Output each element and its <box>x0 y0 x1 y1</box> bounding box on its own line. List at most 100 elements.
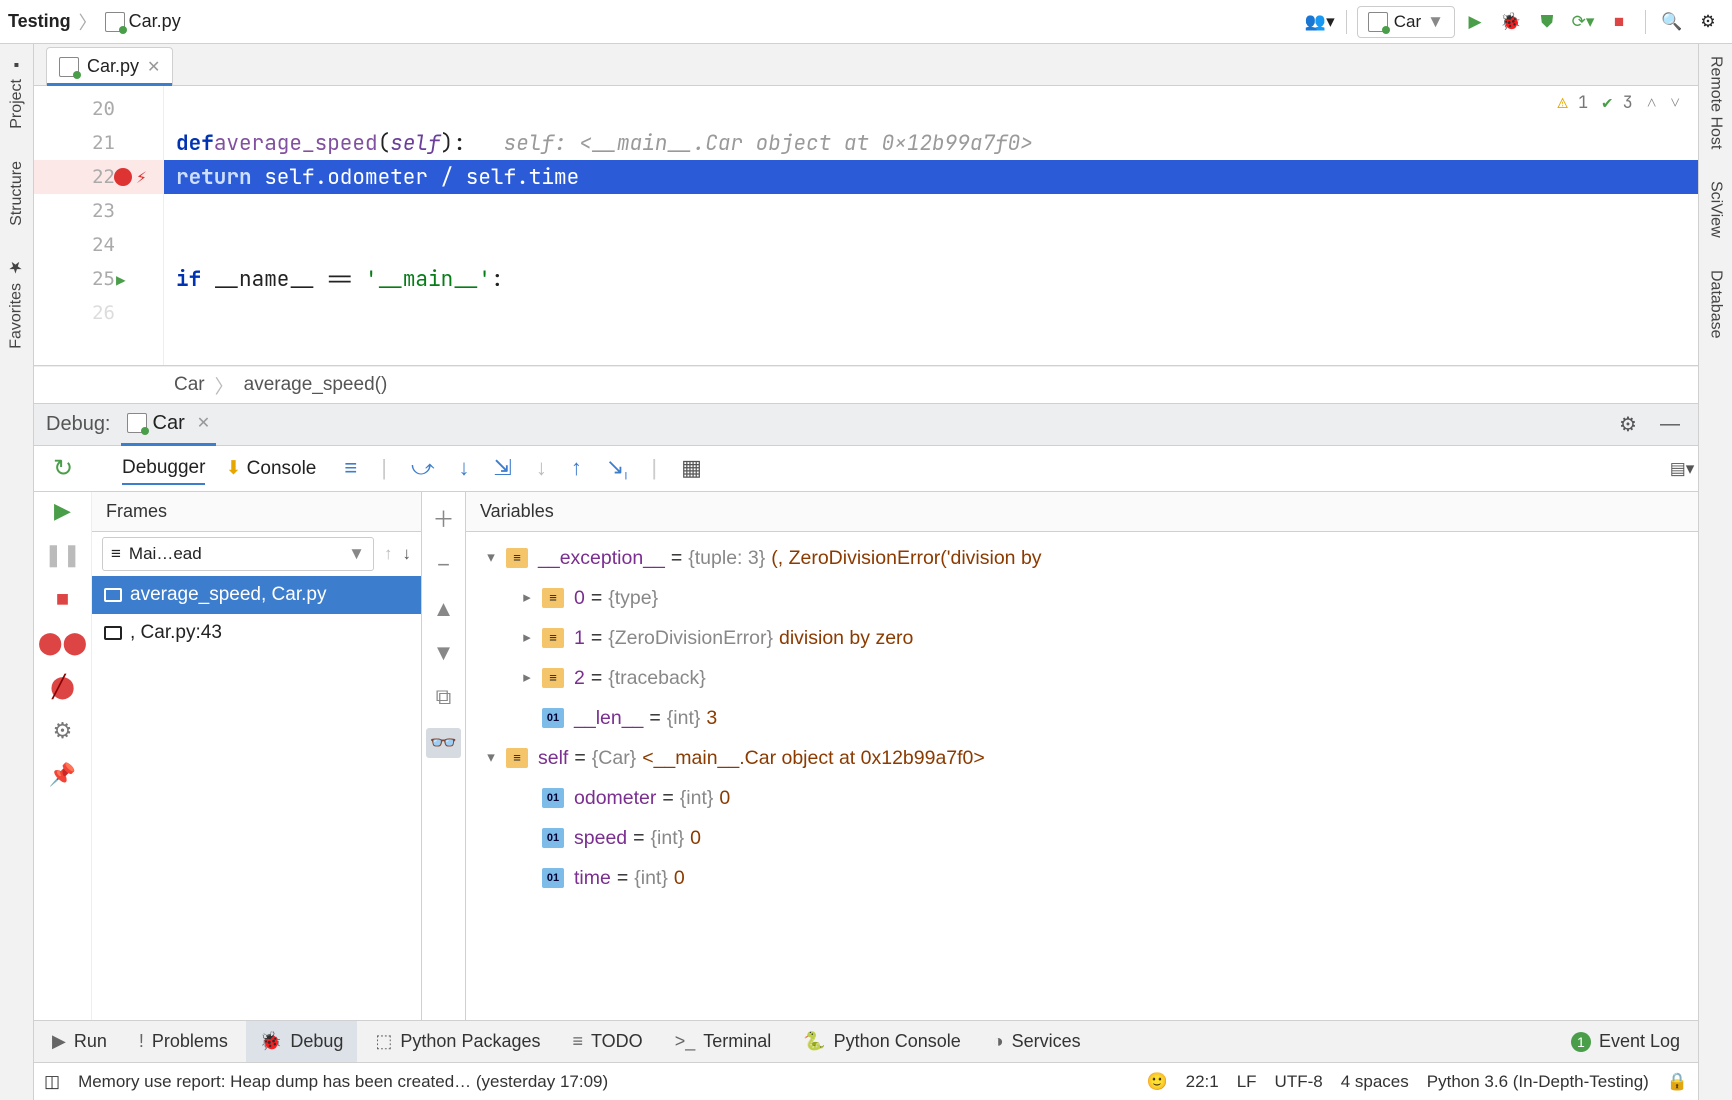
right-tool-rail: Remote Host SciView Database <box>1698 44 1732 1100</box>
editor-tabs: Car.py ✕ <box>34 44 1698 86</box>
variables-tree[interactable]: ▾≡ __exception__ = {tuple: 3} (, ZeroDiv… <box>466 532 1698 904</box>
debug-actions: ▶ ❚❚ ■ ⬤⬤ ⬤╱ ⚙ 📌 <box>34 492 92 1020</box>
bottom-tab-problems[interactable]: !Problems <box>125 1021 242 1062</box>
interpreter[interactable]: Python 3.6 (In-Depth-Testing) <box>1427 1072 1649 1092</box>
next-frame-icon[interactable]: ↓ <box>403 544 412 564</box>
threads-icon[interactable]: ≡ <box>344 455 357 481</box>
breadcrumb-project[interactable]: Testing <box>8 11 71 32</box>
editor-tab-car[interactable]: Car.py ✕ <box>46 47 173 85</box>
prev-frame-icon[interactable]: ↑ <box>384 544 393 564</box>
caret-position[interactable]: 22:1 <box>1186 1072 1219 1092</box>
bottom-tab-todo[interactable]: ≡TODO <box>559 1021 657 1062</box>
chevron-right-icon: 〉 <box>215 372 234 399</box>
status-widgets-icon[interactable]: ◫ <box>44 1072 60 1092</box>
close-icon[interactable]: ✕ <box>197 413 210 433</box>
remote-host-tool[interactable]: Remote Host <box>1707 50 1725 155</box>
code-editor[interactable]: 202122⚡232425▶26 ⚠ 1 ✔ 3 ˄ ˅ def average… <box>34 86 1698 366</box>
add-watch-icon[interactable]: ＋ <box>432 502 454 534</box>
resume-button[interactable]: ▶ <box>54 498 71 524</box>
sciview-tool[interactable]: SciView <box>1707 175 1725 244</box>
up-icon[interactable]: ▲ <box>433 596 455 622</box>
debug-session-tab[interactable]: Car✕ <box>121 404 217 446</box>
rerun-button[interactable]: ↻ <box>53 454 73 483</box>
stack-frame[interactable]: , Car.py:43 <box>92 614 421 652</box>
encoding[interactable]: UTF-8 <box>1275 1072 1323 1092</box>
close-icon[interactable]: ✕ <box>147 57 160 77</box>
gear-icon[interactable]: ⚙ <box>1612 409 1644 441</box>
force-step-into-icon[interactable]: ↓ <box>536 455 547 481</box>
bottom-tab-python-packages[interactable]: ⬚Python Packages <box>361 1021 554 1062</box>
variable-node[interactable]: ▾≡ __exception__ = {tuple: 3} (, ZeroDiv… <box>472 538 1694 578</box>
variable-node[interactable]: ▸≡ 2 = {traceback} <box>472 658 1694 698</box>
code-breadcrumb[interactable]: Car 〉 average_speed() <box>34 366 1698 404</box>
run-to-cursor-icon[interactable]: ↘I <box>606 454 628 482</box>
breadcrumb-file[interactable]: Car.py <box>105 11 181 32</box>
step-out-icon[interactable]: ↑ <box>571 455 582 481</box>
down-icon[interactable]: ▼ <box>433 640 455 666</box>
settings-button[interactable]: ⚙ <box>1692 6 1724 38</box>
watches-icon[interactable]: 👓 <box>426 728 461 758</box>
stop-button[interactable]: ■ <box>1603 6 1635 38</box>
search-everywhere-button[interactable]: 🔍 <box>1656 6 1688 38</box>
chevron-down-icon[interactable]: ˅ <box>1670 92 1680 114</box>
event-log-button[interactable]: 1Event Log <box>1557 1021 1694 1062</box>
chevron-right-icon: 〉 <box>79 9 97 35</box>
python-icon <box>127 413 147 433</box>
structure-tool[interactable]: Structure <box>8 155 26 232</box>
step-into-icon[interactable]: ↓ <box>458 455 469 481</box>
step-into-my-icon[interactable]: ⇲ <box>493 455 511 481</box>
debug-button[interactable]: 🐞 <box>1495 6 1527 38</box>
evaluate-icon[interactable]: ▦ <box>681 455 702 481</box>
debug-toolbar: ↻ Debugger ⬇ Console ≡ | ⤻ ↓ ⇲ ↓ ↑ ↘I | … <box>34 446 1698 492</box>
remove-watch-icon[interactable]: − <box>437 552 450 578</box>
indent[interactable]: 4 spaces <box>1341 1072 1409 1092</box>
pause-button[interactable]: ❚❚ <box>44 542 81 568</box>
user-icon[interactable]: 👥▾ <box>1304 6 1336 38</box>
bottom-tab-debug[interactable]: 🐞Debug <box>246 1021 357 1062</box>
stop-button[interactable]: ■ <box>56 586 69 612</box>
editor-content[interactable]: ⚠ 1 ✔ 3 ˄ ˅ def average_speed(self): sel… <box>164 86 1698 365</box>
project-tool[interactable]: Project ▪ <box>8 50 26 135</box>
bottom-tab-python-console[interactable]: 🐍Python Console <box>789 1021 975 1062</box>
variable-node[interactable]: ▾≡ self = {Car} <__main__.Car object at … <box>472 738 1694 778</box>
variable-node[interactable]: ▸≡ 1 = {ZeroDivisionError} division by z… <box>472 618 1694 658</box>
line-separator[interactable]: LF <box>1237 1072 1257 1092</box>
python-file-icon <box>105 12 125 32</box>
bottom-tab-services[interactable]: ◑Services <box>979 1021 1095 1062</box>
view-breakpoints-button[interactable]: ⬤⬤ <box>38 630 87 656</box>
debugger-tab[interactable]: Debugger <box>122 453 205 485</box>
variable-node[interactable]: ▸≡ 0 = {type} <box>472 578 1694 618</box>
stack-frame[interactable]: average_speed, Car.py <box>92 576 421 614</box>
variable-node[interactable]: 01 time = {int} 0 <box>472 858 1694 898</box>
favorites-tool[interactable]: Favorites ★ <box>7 252 26 355</box>
minimize-icon[interactable]: — <box>1654 409 1686 441</box>
step-over-icon[interactable]: ⤻ <box>411 455 435 481</box>
bottom-tab-terminal[interactable]: >_Terminal <box>661 1021 786 1062</box>
pin-icon[interactable]: 📌 <box>49 762 76 788</box>
frames-panel: Frames ≡Mai…ead▼ ↑ ↓ average_speed, Car.… <box>92 492 422 1020</box>
editor-gutter[interactable]: 202122⚡232425▶26 <box>34 86 164 365</box>
database-tool[interactable]: Database <box>1707 264 1725 345</box>
lock-icon[interactable]: 🔒 <box>1667 1072 1688 1092</box>
inspection-widget[interactable]: ⚠ 1 ✔ 3 ˄ ˅ <box>1558 92 1680 114</box>
coverage-button[interactable]: ⛊ <box>1531 6 1563 38</box>
mute-breakpoints-button[interactable]: ⬤╱ <box>50 674 75 700</box>
python-icon <box>1368 12 1388 32</box>
run-button[interactable]: ▶ <box>1459 6 1491 38</box>
run-config-selector[interactable]: Car▼ <box>1357 6 1455 38</box>
settings-icon[interactable]: ⚙ <box>53 718 73 744</box>
breadcrumb[interactable]: Testing 〉 Car.py <box>8 9 181 35</box>
status-message[interactable]: Memory use report: Heap dump has been cr… <box>78 1072 608 1092</box>
profile-button[interactable]: ⟳▾ <box>1567 6 1599 38</box>
hector-icon[interactable]: 🙂 <box>1146 1072 1167 1092</box>
frames-title: Frames <box>92 492 421 532</box>
bottom-tab-run[interactable]: ▶Run <box>38 1021 121 1062</box>
variable-node[interactable]: 01 speed = {int} 0 <box>472 818 1694 858</box>
layout-icon[interactable]: ▤▾ <box>1666 453 1698 485</box>
variable-node[interactable]: 01 __len__ = {int} 3 <box>472 698 1694 738</box>
variable-node[interactable]: 01 odometer = {int} 0 <box>472 778 1694 818</box>
copy-icon[interactable]: ⧉ <box>436 684 452 710</box>
chevron-up-icon[interactable]: ˄ <box>1647 92 1657 114</box>
console-tab[interactable]: ⬇ Console <box>225 453 316 485</box>
thread-selector[interactable]: ≡Mai…ead▼ <box>102 537 374 571</box>
